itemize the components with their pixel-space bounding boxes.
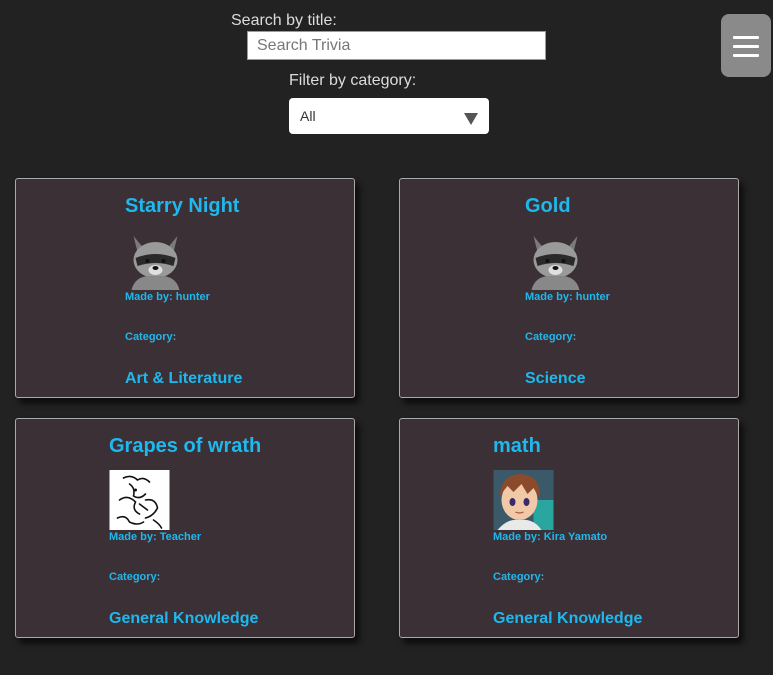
raccoon-avatar: [525, 230, 586, 290]
sketch-drawing: [109, 470, 170, 530]
dropdown-arrow-icon: [464, 113, 478, 125]
card-author: Made by: Kira Yamato: [493, 531, 608, 543]
card-category: General Knowledge: [109, 610, 259, 627]
card-category: Art & Literature: [125, 370, 243, 387]
filter-label: Filter by category:: [289, 72, 417, 89]
trivia-card[interactable]: Starry Night Made by: hunter Category: A…: [15, 178, 355, 398]
card-category: General Knowledge: [493, 610, 643, 627]
card-author: Made by: Teacher: [109, 531, 202, 543]
card-category-label: Category:: [525, 331, 577, 343]
card-title[interactable]: math: [493, 435, 541, 458]
category-select-value: All: [300, 108, 316, 124]
card-title[interactable]: Starry Night: [125, 195, 239, 218]
card-category-label: Category:: [493, 571, 545, 583]
card-author: Made by: hunter: [525, 291, 610, 303]
search-label: Search by title:: [231, 12, 337, 29]
anime-character-avatar: [493, 470, 554, 530]
trivia-card[interactable]: math Made by: Kira Yamato Category: Gene…: [399, 418, 739, 638]
card-title[interactable]: Grapes of wrath: [109, 435, 261, 458]
menu-button[interactable]: [721, 14, 771, 77]
trivia-card[interactable]: Gold Made by: hunter Category: Science: [399, 178, 739, 398]
category-select[interactable]: All: [289, 98, 489, 134]
card-category: Science: [525, 370, 586, 387]
card-category-label: Category:: [125, 331, 177, 343]
trivia-card[interactable]: Grapes of wrath Made by: Teacher Categor…: [15, 418, 355, 638]
card-author: Made by: hunter: [125, 291, 210, 303]
raccoon-avatar: [125, 230, 186, 290]
search-input[interactable]: [247, 31, 546, 60]
card-category-label: Category:: [109, 571, 161, 583]
card-title[interactable]: Gold: [525, 195, 571, 218]
